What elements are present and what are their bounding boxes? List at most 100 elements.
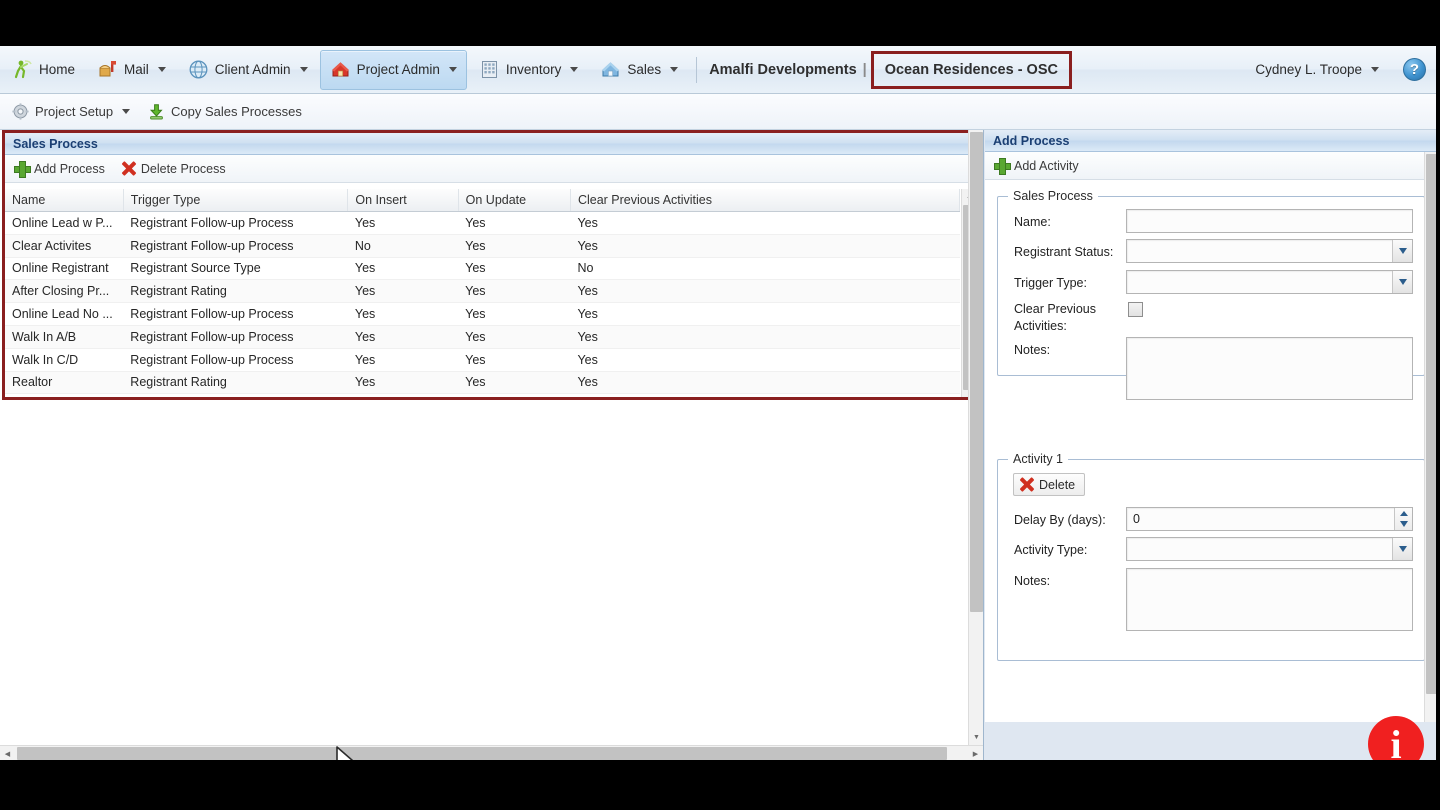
toolbar-item-copy-sales-processes[interactable]: Copy Sales Processes [148,103,302,120]
sales-process-notes-textarea[interactable] [1126,337,1413,400]
sales-process-highlight-box: Sales Process Add Process Delete Process [2,130,979,400]
trigger-type-dropdown[interactable] [1126,270,1413,294]
nav-item-sales[interactable]: Sales [590,50,688,90]
cell-on-update: Yes [458,348,571,372]
column-header-on-update[interactable]: On Update [458,189,571,212]
page-hscroll-thumb[interactable] [17,747,947,760]
cell-trigger-type: Registrant Follow-up Process [123,234,348,258]
cell-on-insert: Yes [347,257,459,281]
globe-icon [188,59,209,80]
delete-activity-button[interactable]: Delete [1013,473,1086,496]
mouse-cursor [336,746,358,760]
page-horizontal-scrollbar[interactable]: ◀ ▶ [0,745,983,760]
red-x-icon [121,161,136,176]
cell-on-insert: Yes [347,371,459,395]
name-input[interactable] [1126,209,1413,233]
add-process-region: Add Process Add Activity Sales Process N… [983,130,1440,760]
cell-trigger-type: Registrant Follow-up Process [123,302,348,326]
sales-process-panel-toolbar: Add Process Delete Process [5,155,976,183]
column-header-name[interactable]: Name [5,189,124,212]
red-x-icon [1019,477,1034,492]
add-process-button[interactable]: Add Process [14,161,105,178]
sales-process-panel: Sales Process Add Process Delete Process [5,133,976,397]
delay-by-days-stepper[interactable]: 0 [1126,507,1413,531]
scroll-left-icon[interactable]: ◀ [0,746,15,760]
column-header-trigger-type[interactable]: Trigger Type [123,189,349,212]
nav-item-inventory[interactable]: Inventory [469,50,589,90]
sales-process-grid: Name Trigger Type On Insert On Update Cl… [5,189,960,395]
nav-item-client-admin[interactable]: Client Admin [178,50,318,90]
chevron-down-icon[interactable] [1392,271,1412,293]
nav-item-label: Mail [124,62,149,77]
fieldset-legend: Activity 1 [1008,452,1069,466]
table-row[interactable]: Online Registrant Registrant Source Type Y… [5,257,960,281]
table-row[interactable]: After Closing Pr... Registrant Rating Yes Y… [5,279,960,304]
table-row[interactable]: Online Lead No ... Registrant Follow-up P… [5,302,960,326]
toolbar-item-label: Project Setup [35,104,114,119]
chevron-down-icon [448,67,457,72]
gear-icon [12,103,29,120]
cell-on-insert: Yes [347,211,459,235]
chevron-down-icon[interactable] [1392,240,1412,262]
nav-item-project-admin[interactable]: Project Admin [319,49,467,90]
breadcrumb-separator: | [862,61,867,78]
clear-previous-activities-checkbox[interactable] [1128,302,1143,317]
add-activity-button[interactable]: Add Activity [994,158,1079,175]
current-project-name[interactable]: Ocean Residences - OSC [870,50,1072,89]
user-menu[interactable]: Cydney L. Troope [1245,50,1389,90]
stepper-up-icon [1399,510,1408,516]
activity-notes-textarea[interactable] [1126,568,1413,631]
cell-on-update: Yes [458,279,571,304]
page-scroll-thumb[interactable] [970,132,983,612]
sales-process-grid-viewport: Name Trigger Type On Insert On Update Cl… [5,189,960,397]
cell-clear-previous: Yes [570,234,960,258]
cell-on-insert: Yes [347,279,459,304]
mailbox-icon [97,59,118,80]
nav-item-home[interactable]: Home [2,50,85,90]
delete-activity-label: Delete [1039,477,1076,492]
delete-process-button[interactable]: Delete Process [121,161,226,176]
help-icon[interactable]: ? [1403,58,1426,81]
activity-type-dropdown[interactable] [1126,537,1413,561]
clear-previous-activities-label: Clear Previous Activities: [1014,302,1096,333]
chevron-down-icon [1371,67,1379,72]
registrant-status-dropdown[interactable] [1126,239,1413,263]
company-name[interactable]: Amalfi Developments [705,62,860,78]
cell-name: Walk In A/B [5,325,124,349]
page-vertical-scrollbar[interactable]: ▼ [968,130,984,760]
grid-body: Online Lead w P... Registrant Follow-up P… [5,211,960,395]
application-window: Home Mail Client Admin Project Admin Inv… [0,46,1440,760]
cell-on-update: Yes [458,234,571,258]
green-plus-icon [994,158,1011,175]
column-header-clear-previous-activities[interactable]: Clear Previous Activities [570,189,960,212]
delete-process-label: Delete Process [140,161,226,176]
scroll-right-icon[interactable]: ▶ [968,746,983,760]
column-header-on-insert[interactable]: On Insert [347,189,459,212]
table-row[interactable]: Walk In A/B Registrant Follow-up Process Y… [5,325,960,349]
stepper-arrows[interactable] [1394,508,1412,530]
notes-label: Notes: [1014,343,1051,357]
cell-clear-previous: Yes [570,302,960,326]
chevron-down-icon [122,109,131,114]
nav-item-mail[interactable]: Mail [87,50,176,90]
table-row[interactable]: Realtor Registrant Rating Yes Yes Yes [5,371,960,395]
add-process-panel: Add Process Add Activity Sales Process N… [985,130,1439,722]
cell-on-update: Yes [458,211,571,235]
green-plus-icon [14,161,31,178]
cell-on-insert: Yes [347,325,459,349]
table-row[interactable]: Clear Activites Registrant Follow-up Proc… [5,234,960,258]
user-name-label: Cydney L. Troope [1255,62,1362,77]
chevron-down-icon[interactable] [1392,538,1412,560]
cell-on-insert: Yes [347,302,459,326]
chevron-down-icon [157,67,166,72]
toolbar-item-project-setup[interactable]: Project Setup [12,103,131,120]
chevron-down-icon [670,67,679,72]
table-row[interactable]: Walk In C/D Registrant Follow-up Process Y… [5,348,960,372]
cell-clear-previous: Yes [570,325,960,349]
letterbox-top [0,0,1440,46]
cell-name: Clear Activites [5,234,124,258]
delay-by-days-label: Delay By (days): [1014,513,1106,527]
scroll-down-icon[interactable]: ▼ [969,730,984,745]
table-row[interactable]: Online Lead w P... Registrant Follow-up P… [5,211,960,235]
nav-divider [696,56,698,83]
